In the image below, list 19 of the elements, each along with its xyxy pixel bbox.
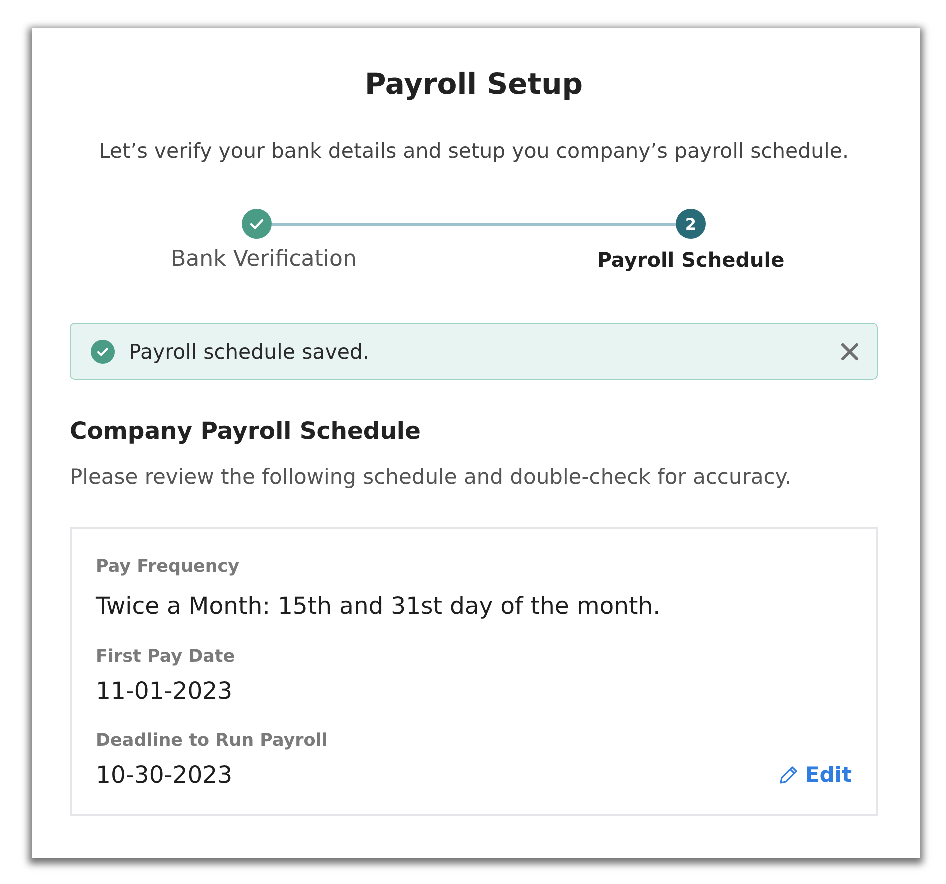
alert-message: Payroll schedule saved.: [129, 340, 370, 364]
field-label: First Pay Date: [96, 646, 236, 668]
field-value: Twice a Month: 15th and 31st day of the month.: [96, 591, 661, 621]
check-circle-icon: [91, 340, 115, 364]
step-label: Bank Verification: [171, 246, 357, 274]
field-value: 11-01-2023: [96, 676, 233, 706]
field-value: 10-30-2023: [96, 760, 233, 790]
page-title: Payroll Setup: [364, 66, 584, 103]
close-icon: [841, 342, 859, 360]
close-button[interactable]: [839, 340, 861, 362]
field-label: Pay Frequency: [96, 556, 240, 578]
section-title: Company Payroll Schedule: [70, 416, 421, 446]
section-description: Please review the following schedule and double-check for accuracy.: [70, 464, 792, 490]
step-label: Payroll Schedule: [597, 247, 785, 274]
step-number: 2: [676, 209, 706, 239]
edit-link[interactable]: Edit: [779, 760, 852, 790]
page-subtitle: Let’s verify your bank details and setup you company’s payroll schedule.: [98, 138, 849, 164]
pencil-icon: [779, 765, 800, 785]
field-label: Deadline to Run Payroll: [96, 730, 328, 752]
